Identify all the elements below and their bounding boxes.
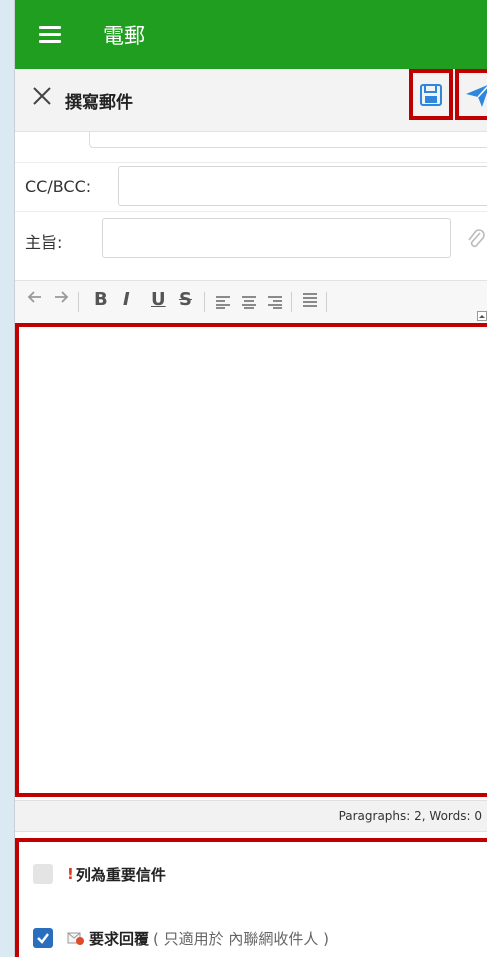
align-right-icon[interactable] <box>267 293 283 314</box>
receipt-icon <box>67 930 85 946</box>
compose-title: 撰寫郵件 <box>65 93 133 113</box>
read-receipt-note: ( 只適用於 內聯網收件人 ) <box>153 929 330 948</box>
read-receipt-checkbox[interactable] <box>33 928 53 948</box>
subject-input[interactable] <box>102 218 451 258</box>
send-icon <box>466 84 487 107</box>
divider <box>15 211 487 212</box>
send-button[interactable] <box>455 69 487 120</box>
justify-icon[interactable] <box>302 292 318 313</box>
toolbar-separator <box>78 292 79 312</box>
save-icon <box>420 83 442 106</box>
align-center-icon[interactable] <box>241 293 257 314</box>
toolbar-separator <box>291 292 292 312</box>
italic-button[interactable]: I <box>123 289 130 310</box>
checkmark-icon <box>37 933 49 944</box>
align-left-icon[interactable] <box>215 293 231 314</box>
compose-header: 撰寫郵件 <box>15 69 487 132</box>
cc-input[interactable] <box>118 166 487 206</box>
toolbar-separator <box>204 292 205 312</box>
message-options: ! 列為重要信件 要求回覆 ( 只適用於 內聯網收件人 ) <box>15 838 487 957</box>
attach-icon[interactable] <box>466 227 486 255</box>
message-body-editor[interactable] <box>15 323 487 797</box>
underline-button[interactable]: U <box>151 289 166 310</box>
editor-status-bar: Paragraphs: 2, Words: 0 <box>15 800 487 832</box>
cc-label: CC/BCC: <box>25 177 92 196</box>
toolbar-separator <box>326 292 327 312</box>
important-checkbox[interactable] <box>33 864 53 884</box>
word-count: Paragraphs: 2, Words: 0 <box>338 809 482 823</box>
undo-icon[interactable] <box>27 289 43 310</box>
editor-toolbar: B I U S <box>15 280 487 323</box>
important-label: 列為重要信件 <box>75 865 166 884</box>
menu-icon[interactable] <box>39 26 61 44</box>
divider <box>15 162 487 163</box>
redo-icon[interactable] <box>53 289 69 310</box>
save-draft-button[interactable] <box>409 69 453 120</box>
important-icon: ! <box>67 865 74 883</box>
read-receipt-option[interactable]: 要求回覆 ( 只適用於 內聯網收件人 ) <box>33 926 329 950</box>
app-header: 電郵 <box>15 0 487 69</box>
compose-window: 電郵 撰寫郵件 CC/BCC: 主旨: B I U S Paragraphs: … <box>14 0 487 957</box>
read-receipt-label: 要求回覆 <box>89 929 150 948</box>
cc-row: CC/BCC: <box>15 166 487 210</box>
recipient-field-bottom[interactable] <box>89 131 487 148</box>
bold-button[interactable]: B <box>94 289 108 310</box>
app-title: 電郵 <box>103 24 145 48</box>
important-option[interactable]: ! 列為重要信件 <box>33 862 166 886</box>
strikethrough-button[interactable]: S <box>179 289 192 310</box>
subject-label: 主旨: <box>25 233 63 252</box>
subject-row: 主旨: <box>15 218 487 262</box>
close-icon[interactable] <box>31 85 53 107</box>
